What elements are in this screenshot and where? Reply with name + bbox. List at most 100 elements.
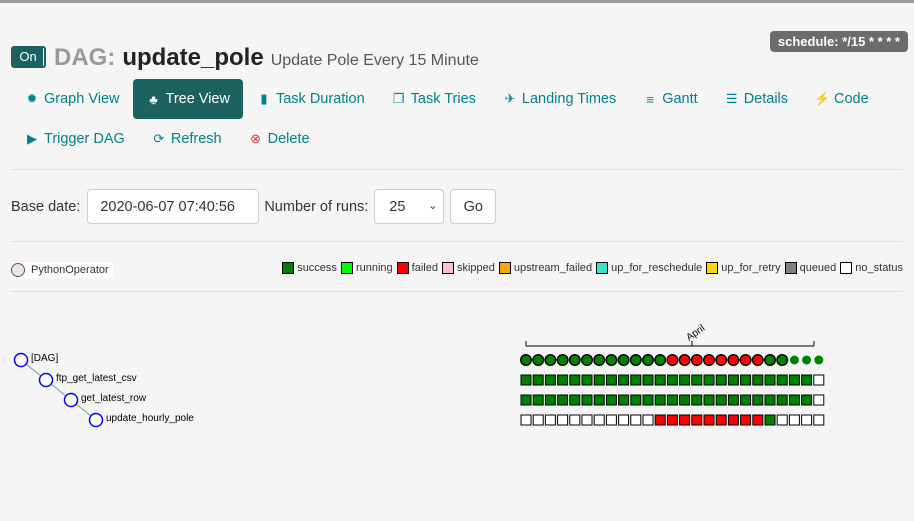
task-instance-square[interactable] [727, 394, 739, 406]
task-instance-square[interactable] [666, 374, 678, 386]
task-instance-square[interactable] [581, 414, 593, 426]
task-instance-square[interactable] [679, 394, 691, 406]
task-label[interactable]: ftp_get_latest_csv [56, 373, 137, 384]
task-instance-square[interactable] [666, 414, 678, 426]
legend-state-failed[interactable]: failed [396, 262, 438, 274]
dag-run-circle[interactable] [764, 354, 777, 367]
task-instance-square[interactable] [727, 374, 739, 386]
dag-run-circle[interactable] [654, 354, 667, 367]
task-instance-square[interactable] [532, 374, 544, 386]
task-instance-square[interactable] [642, 374, 654, 386]
dag-run-circle[interactable] [520, 354, 533, 367]
nav-task-tries[interactable]: ❐ Task Tries [378, 79, 489, 119]
dag-run-circle[interactable] [666, 354, 679, 367]
tree-node[interactable] [63, 392, 79, 408]
task-instance-square[interactable] [788, 414, 800, 426]
task-instance-square[interactable] [715, 374, 727, 386]
dag-run-circle[interactable] [678, 354, 691, 367]
dag-run-circle[interactable] [727, 354, 740, 367]
task-instance-square[interactable] [569, 374, 581, 386]
task-instance-square[interactable] [618, 374, 630, 386]
task-instance-square[interactable] [691, 394, 703, 406]
trigger-dag-button[interactable]: ▶ Trigger DAG [11, 119, 138, 159]
dag-run-circle[interactable] [568, 354, 581, 367]
nav-gantt[interactable]: ≡ Gantt [629, 79, 710, 119]
task-instance-square[interactable] [520, 394, 532, 406]
task-instance-square[interactable] [740, 414, 752, 426]
task-instance-square[interactable] [557, 374, 569, 386]
legend-state-no-status[interactable]: no_status [840, 262, 903, 274]
task-instance-square[interactable] [788, 374, 800, 386]
nav-code[interactable]: ⚡ Code [801, 79, 882, 119]
tree-node[interactable] [88, 412, 104, 428]
task-instance-square[interactable] [532, 414, 544, 426]
task-instance-square[interactable] [764, 414, 776, 426]
task-instance-square[interactable] [569, 414, 581, 426]
legend-state-running[interactable]: running [340, 262, 393, 274]
go-button[interactable]: Go [450, 189, 497, 224]
task-instance-square[interactable] [679, 414, 691, 426]
task-instance-square[interactable] [544, 414, 556, 426]
task-instance-square[interactable] [703, 414, 715, 426]
task-instance-square[interactable] [801, 414, 813, 426]
task-instance-square[interactable] [569, 394, 581, 406]
task-instance-square[interactable] [813, 374, 825, 386]
task-instance-square[interactable] [813, 414, 825, 426]
dag-run-circle[interactable] [629, 354, 642, 367]
dag-run-circle[interactable] [751, 354, 764, 367]
task-instance-square[interactable] [618, 414, 630, 426]
task-instance-square[interactable] [654, 374, 666, 386]
dag-run-circle[interactable] [789, 355, 799, 365]
task-instance-square[interactable] [630, 394, 642, 406]
task-instance-square[interactable] [630, 414, 642, 426]
task-instance-square[interactable] [679, 374, 691, 386]
task-instance-square[interactable] [642, 414, 654, 426]
task-instance-square[interactable] [764, 394, 776, 406]
legend-state-success[interactable]: success [282, 262, 337, 274]
task-instance-square[interactable] [666, 394, 678, 406]
task-instance-square[interactable] [630, 374, 642, 386]
nav-tree-view[interactable]: ♣ Tree View [132, 79, 243, 119]
task-instance-square[interactable] [752, 374, 764, 386]
dag-run-circle[interactable] [715, 354, 728, 367]
dag-run-circle[interactable] [703, 354, 716, 367]
task-instance-square[interactable] [715, 414, 727, 426]
task-instance-square[interactable] [520, 374, 532, 386]
dag-pause-toggle[interactable]: On [11, 46, 46, 68]
task-instance-square[interactable] [654, 394, 666, 406]
task-instance-square[interactable] [605, 374, 617, 386]
task-instance-square[interactable] [691, 374, 703, 386]
dag-run-circle[interactable] [739, 354, 752, 367]
task-instance-square[interactable] [654, 414, 666, 426]
legend-state-skipped[interactable]: skipped [441, 262, 495, 274]
dag-run-circle[interactable] [556, 354, 569, 367]
task-instance-square[interactable] [593, 414, 605, 426]
nav-task-duration[interactable]: ▮ Task Duration [243, 79, 378, 119]
delete-button[interactable]: ⊗ Delete [235, 119, 323, 159]
task-instance-square[interactable] [752, 414, 764, 426]
dag-run-circle[interactable] [814, 355, 824, 365]
dag-run-circle[interactable] [642, 354, 655, 367]
task-instance-square[interactable] [544, 394, 556, 406]
task-instance-square[interactable] [715, 394, 727, 406]
tree-node[interactable] [38, 372, 54, 388]
task-instance-square[interactable] [581, 394, 593, 406]
task-instance-square[interactable] [764, 374, 776, 386]
task-instance-square[interactable] [703, 374, 715, 386]
task-instance-square[interactable] [776, 374, 788, 386]
task-instance-square[interactable] [801, 374, 813, 386]
task-instance-square[interactable] [557, 414, 569, 426]
legend-state-upstream-failed[interactable]: upstream_failed [498, 262, 592, 274]
dag-run-circle[interactable] [690, 354, 703, 367]
task-instance-square[interactable] [691, 414, 703, 426]
num-runs-select[interactable]: 25 ⌄ [374, 189, 445, 224]
dag-run-circle[interactable] [532, 354, 545, 367]
task-instance-square[interactable] [752, 394, 764, 406]
task-instance-square[interactable] [776, 414, 788, 426]
task-instance-square[interactable] [727, 414, 739, 426]
tree-node[interactable] [13, 352, 29, 368]
task-instance-square[interactable] [593, 374, 605, 386]
task-label[interactable]: update_hourly_pole [106, 413, 194, 424]
task-instance-square[interactable] [557, 394, 569, 406]
task-instance-square[interactable] [740, 374, 752, 386]
